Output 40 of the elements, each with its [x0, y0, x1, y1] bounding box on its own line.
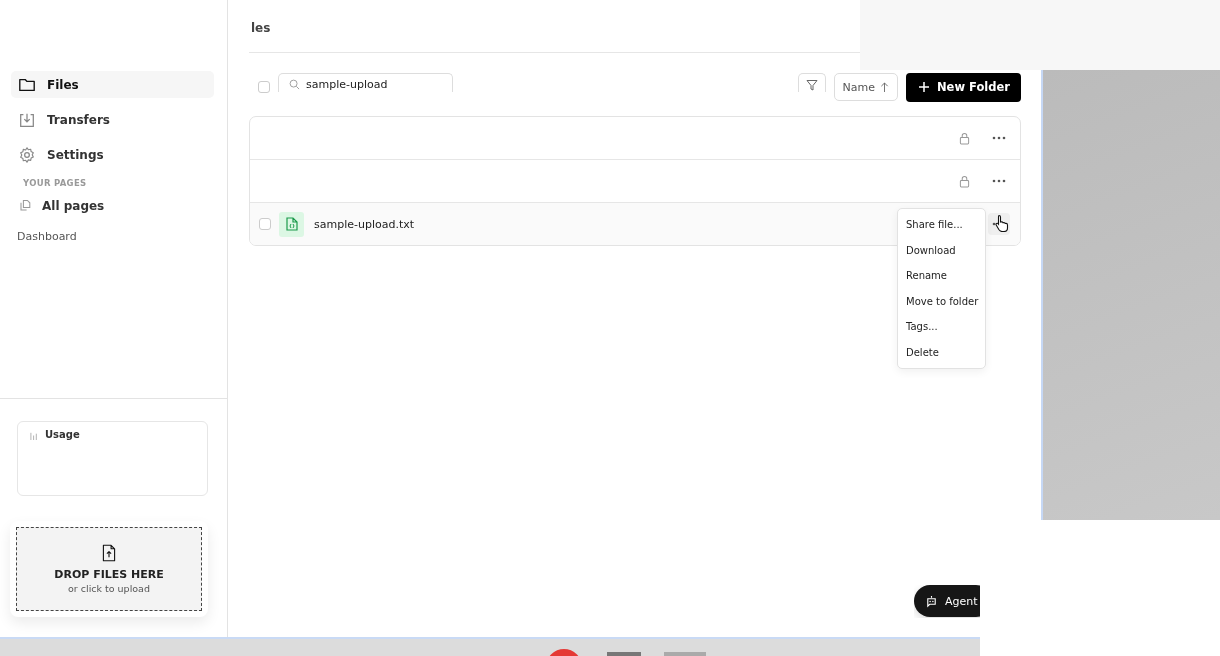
menu-item[interactable]: Tags...: [898, 314, 985, 340]
filter-button[interactable]: [797, 73, 826, 92]
agent-button[interactable]: Agent: [914, 585, 980, 617]
menu-item[interactable]: Rename: [898, 263, 985, 289]
sidebar-item[interactable]: Dashboard: [11, 220, 214, 243]
settings-icon: [18, 145, 36, 164]
select-all-checkbox[interactable]: [258, 81, 270, 93]
menu-item[interactable]: Share file...: [898, 212, 985, 238]
bar-chart-icon: [30, 431, 39, 440]
menu-item[interactable]: Delete: [898, 339, 985, 365]
new-folder-button[interactable]: New Folder: [906, 72, 1021, 102]
lock-icon: [959, 174, 970, 188]
drop-subtitle: or click to upload: [68, 583, 150, 594]
arrow-up-icon: [880, 81, 889, 93]
sidebar-item[interactable]: Files: [11, 71, 214, 98]
more-icon: [992, 179, 1006, 183]
sidebar-item[interactable]: Transfers: [11, 106, 214, 133]
page-title: les: [251, 21, 271, 35]
menu-item[interactable]: Move to folder: [898, 288, 985, 314]
file-name[interactable]: sample-upload.txt: [314, 217, 415, 231]
search-icon: [289, 79, 300, 90]
robot-icon: [925, 594, 938, 608]
pages-icon: [17, 198, 33, 214]
more-icon: [992, 136, 1006, 140]
sidebar-item[interactable]: All pages: [11, 192, 214, 220]
code-file-icon: [279, 211, 304, 237]
sort-button[interactable]: Name: [833, 73, 898, 101]
sidebar-item[interactable]: Settings: [11, 141, 214, 168]
row-checkbox[interactable]: [259, 218, 271, 230]
drop-zone[interactable]: DROP FILES HERE or click to upload: [16, 527, 202, 611]
menu-item[interactable]: Download: [898, 237, 985, 263]
file-upload-icon: [102, 544, 116, 562]
drop-title: DROP FILES HERE: [54, 568, 164, 581]
search-field[interactable]: sample-upload: [278, 73, 453, 92]
lock-icon: [959, 131, 970, 145]
usage-title: Usage: [45, 429, 80, 440]
hand-cursor-icon: [995, 214, 1009, 232]
plus-icon: [919, 82, 929, 92]
filter-icon: [805, 78, 818, 91]
section-label: YOUR PAGES: [22, 177, 88, 190]
